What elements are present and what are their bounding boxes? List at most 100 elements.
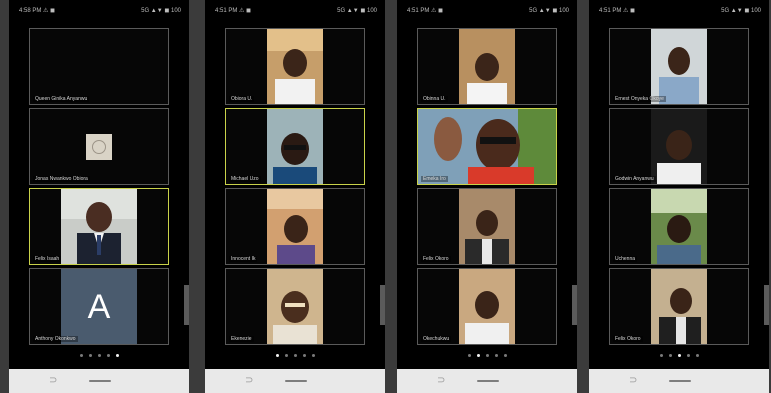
status-bar: 4:51 PM ⚠ ◼ 5G ▲▼ ◼ 100	[589, 0, 769, 22]
home-bar-icon[interactable]	[477, 380, 499, 382]
participant-tile[interactable]: Felix Okoro	[609, 268, 749, 345]
participant-video	[651, 109, 707, 184]
page-dot[interactable]	[485, 354, 489, 358]
page-dot[interactable]	[97, 354, 101, 358]
system-nav-bar: ⊃	[397, 369, 577, 393]
page-dot[interactable]	[695, 354, 699, 358]
page-dot-active[interactable]	[677, 354, 681, 358]
status-time: 4:51 PM ⚠ ◼	[407, 8, 444, 14]
participant-name: Innocent Ik	[229, 256, 258, 262]
side-handle	[380, 285, 385, 325]
participant-video	[651, 189, 707, 264]
page-indicator[interactable]	[397, 352, 577, 360]
participant-name: Jonas Nwankwo Obiora	[33, 176, 90, 182]
back-icon[interactable]: ⊃	[49, 375, 57, 387]
participant-video	[651, 269, 707, 344]
participant-tile-active[interactable]: Felix Isaah	[29, 188, 169, 265]
page-dot-active[interactable]	[476, 354, 480, 358]
participant-video	[459, 269, 515, 344]
participant-video	[61, 189, 137, 264]
participant-tile-active[interactable]: Michael Uzo	[225, 108, 365, 185]
page-dot[interactable]	[79, 354, 83, 358]
page-dot[interactable]	[88, 354, 92, 358]
participant-name: Ekenezie	[229, 336, 254, 342]
page-dot[interactable]	[668, 354, 672, 358]
participant-video	[267, 109, 323, 184]
participant-video	[267, 29, 323, 104]
page-indicator[interactable]	[205, 352, 385, 360]
page-dot[interactable]	[311, 354, 315, 358]
home-bar-icon[interactable]	[285, 380, 307, 382]
participant-tile[interactable]: Innocent Ik	[225, 188, 365, 265]
phone-screen-3: 4:51 PM ⚠ ◼ 5G ▲▼ ◼ 100 Obinna U. Emeka …	[397, 0, 577, 393]
participant-name: Queen Ginika Anyanwu	[33, 96, 90, 102]
participant-name: Godwin Anyanwu	[613, 176, 656, 182]
status-bar: 4:51 PM ⚠ ◼ 5G ▲▼ ◼ 100	[205, 0, 385, 22]
participant-tile[interactable]: Ernest Onyeka Okoye	[609, 28, 749, 105]
status-time: 4:51 PM ⚠ ◼	[599, 8, 636, 14]
status-indicators: 5G ▲▼ ◼ 100	[721, 8, 761, 14]
home-bar-icon[interactable]	[669, 380, 691, 382]
participant-tile[interactable]: Uchenna	[609, 188, 749, 265]
page-dot[interactable]	[686, 354, 690, 358]
page-dot[interactable]	[659, 354, 663, 358]
participant-video	[267, 269, 323, 344]
participant-name: Okechukwu	[421, 336, 452, 342]
participant-tile[interactable]: Obinna U.	[417, 28, 557, 105]
page-indicator[interactable]	[9, 352, 189, 360]
page-dot[interactable]	[284, 354, 288, 358]
back-icon[interactable]: ⊃	[629, 375, 637, 387]
participant-video	[418, 109, 556, 184]
participant-name: Obiora U.	[229, 96, 255, 102]
side-handle	[764, 285, 769, 325]
participant-tile[interactable]: Obiora U.	[225, 28, 365, 105]
side-handle	[184, 285, 189, 325]
profile-logo-icon	[86, 133, 112, 160]
participant-name: Anthony Okonkwo	[33, 336, 78, 342]
system-nav-bar: ⊃	[589, 369, 769, 393]
page-dot-active[interactable]	[275, 354, 279, 358]
page-dot[interactable]	[467, 354, 471, 358]
page-dot[interactable]	[302, 354, 306, 358]
page-dot[interactable]	[106, 354, 110, 358]
status-time: 4:51 PM ⚠ ◼	[215, 8, 252, 14]
page-dot[interactable]	[494, 354, 498, 358]
side-handle	[572, 285, 577, 325]
participant-name: Ernest Onyeka Okoye	[613, 96, 666, 102]
participant-tile[interactable]: A Anthony Okonkwo	[29, 268, 169, 345]
back-icon[interactable]: ⊃	[245, 375, 253, 387]
status-indicators: 5G ▲▼ ◼ 100	[337, 8, 377, 14]
participant-name: Emeka Iro	[421, 176, 448, 182]
participant-tile[interactable]: Jonas Nwankwo Obiora	[29, 108, 169, 185]
status-bar: 4:58 PM ⚠ ◼ 5G ▲▼ ◼ 100	[9, 0, 189, 22]
participant-name: Felix Okoro	[613, 336, 643, 342]
back-icon[interactable]: ⊃	[437, 375, 445, 387]
participant-tile[interactable]: Queen Ginika Anyanwu	[29, 28, 169, 105]
page-dot[interactable]	[293, 354, 297, 358]
participant-tile[interactable]: Felix Okoro	[417, 188, 557, 265]
status-indicators: 5G ▲▼ ◼ 100	[529, 8, 569, 14]
participant-tile-active[interactable]: Emeka Iro	[417, 108, 557, 185]
participant-video	[651, 29, 707, 104]
participant-video	[267, 189, 323, 264]
phone-screen-4: 4:51 PM ⚠ ◼ 5G ▲▼ ◼ 100 Ernest Onyeka Ok…	[589, 0, 769, 393]
page-dot-active[interactable]	[115, 354, 119, 358]
system-nav-bar: ⊃	[9, 369, 189, 393]
participant-name: Felix Isaah	[33, 256, 62, 262]
phone-screen-2: 4:51 PM ⚠ ◼ 5G ▲▼ ◼ 100 Obiora U. Michae…	[205, 0, 385, 393]
participant-video	[459, 29, 515, 104]
home-bar-icon[interactable]	[89, 380, 111, 382]
status-bar: 4:51 PM ⚠ ◼ 5G ▲▼ ◼ 100	[397, 0, 577, 22]
participant-video	[459, 189, 515, 264]
participant-tile[interactable]: Godwin Anyanwu	[609, 108, 749, 185]
participant-name: Felix Okoro	[421, 256, 451, 262]
participant-tile[interactable]: Ekenezie	[225, 268, 365, 345]
participant-name: Obinna U.	[421, 96, 448, 102]
status-indicators: 5G ▲▼ ◼ 100	[141, 8, 181, 14]
page-indicator[interactable]	[589, 352, 769, 360]
participant-tile[interactable]: Okechukwu	[417, 268, 557, 345]
status-time: 4:58 PM ⚠ ◼	[19, 8, 56, 14]
participant-name: Michael Uzo	[229, 176, 261, 182]
page-dot[interactable]	[503, 354, 507, 358]
system-nav-bar: ⊃	[205, 369, 385, 393]
